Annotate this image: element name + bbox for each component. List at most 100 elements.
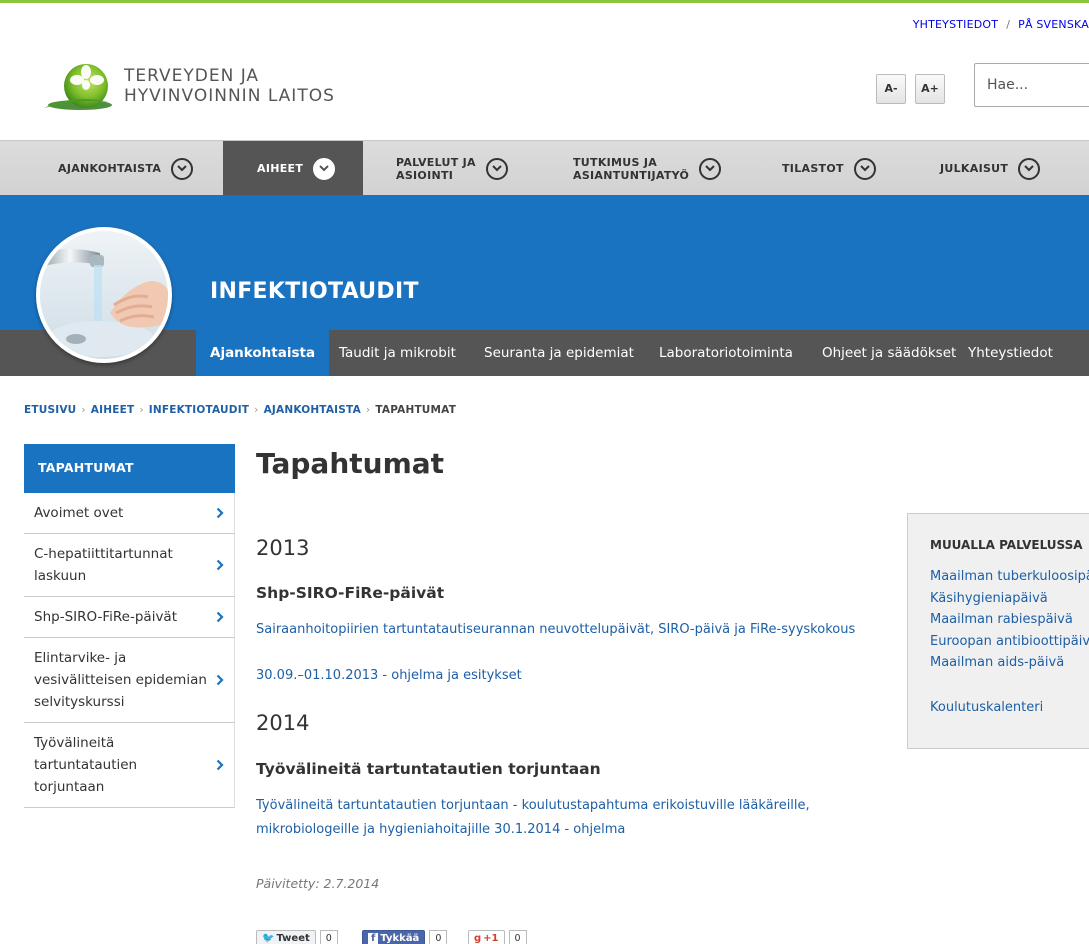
like-share: f Tykkää 0 [362, 929, 448, 944]
tweet-count: 0 [319, 929, 338, 944]
related-link[interactable]: Maailman rabiespäivä [930, 612, 1073, 627]
breadcrumb-link[interactable]: AIHEET [91, 404, 135, 416]
sidebar-item-label: Avoimet ovet [34, 505, 124, 521]
breadcrumb-separator-icon: › [139, 404, 144, 416]
event-title: Työvälineitä tartuntatautien torjuntaan [256, 760, 601, 778]
sidebar-item-elintarvike[interactable]: Elintarvike- ja vesivälitteisen epidemia… [24, 638, 235, 723]
nav-item-tutkimus[interactable]: TUTKIMUS JA ASIANTUNTIJATYÖ [573, 141, 722, 196]
breadcrumb-link[interactable]: AJANKOHTAISTA [264, 404, 361, 416]
gplus-button[interactable]: g +1 [468, 929, 505, 944]
gplus-label: +1 [483, 932, 499, 944]
related-box: MUUALLA PALVELUSSA Maailman tuberkuloosi… [907, 513, 1089, 749]
chevron-right-icon [216, 674, 224, 686]
chevron-right-icon [216, 559, 224, 571]
tweet-button[interactable]: 🐦 Tweet [256, 929, 316, 944]
nav-item-label: AIHEET [257, 162, 303, 175]
contact-link[interactable]: YHTEYSTIEDOT [913, 18, 999, 31]
related-link[interactable]: Käsihygieniapäivä [930, 591, 1048, 606]
subnav-item-laboratorio[interactable]: Laboratoriotoiminta [659, 330, 793, 376]
sidebar-menu: TAPAHTUMAT Avoimet ovet C-hepatiittitart… [24, 444, 235, 808]
year-heading: 2013 [256, 536, 310, 560]
nav-item-julkaisut[interactable]: JULKAISUT [940, 141, 1041, 196]
breadcrumb-current: TAPAHTUMAT [375, 404, 457, 416]
nav-item-label: TUTKIMUS JA ASIANTUNTIJATYÖ [573, 156, 689, 182]
subnav-item-taudit[interactable]: Taudit ja mikrobit [339, 330, 456, 376]
font-increase-button[interactable]: A+ [915, 74, 945, 104]
like-count: 0 [429, 929, 448, 944]
subnav-item-ajankohtaista[interactable]: Ajankohtaista [196, 330, 330, 376]
nav-label-line: TUTKIMUS JA [573, 155, 658, 169]
subnav-item-yhteystiedot[interactable]: Yhteystiedot [968, 330, 1053, 376]
nav-item-ajankohtaista[interactable]: AJANKOHTAISTA [58, 141, 194, 196]
chevron-right-icon [216, 759, 224, 771]
font-decrease-button[interactable]: A- [876, 74, 906, 104]
tweet-label: Tweet [276, 932, 310, 944]
section-title: INFEKTIOTAUDIT [210, 279, 419, 304]
gplus-count: 0 [508, 929, 527, 944]
related-heading: MUUALLA PALVELUSSA [930, 538, 1083, 552]
chevron-right-icon [216, 507, 224, 519]
page-title: Tapahtumat [256, 447, 445, 480]
breadcrumb: ETUSIVU › AIHEET › INFEKTIOTAUDIT › AJANKOHTAI… [24, 404, 456, 416]
nav-item-label: PALVELUT JA ASIOINTI [396, 156, 476, 182]
breadcrumb-separator-icon: › [365, 404, 371, 416]
nav-label-line: AIHEET [257, 162, 304, 175]
utility-separator: / [1006, 18, 1011, 31]
subnav-item-ohjeet[interactable]: Ohjeet ja säädökset [822, 330, 956, 376]
google-plus-icon: g [474, 932, 482, 944]
nav-label-line: TILASTOT [782, 162, 844, 175]
facebook-icon: f [368, 932, 379, 944]
subnav-item-seuranta[interactable]: Seuranta ja epidemiat [484, 330, 634, 376]
event-program-link[interactable]: 30.09.–01.10.2013 - ohjelma ja esitykset [256, 664, 876, 688]
top-accent-line [0, 0, 1089, 3]
chevron-down-icon [699, 157, 722, 180]
nav-item-label: AJANKOHTAISTA [58, 162, 161, 175]
event-link[interactable]: Sairaanhoitopiirien tartuntatautiseurann… [256, 618, 876, 642]
nav-item-palvelut[interactable]: PALVELUT JA ASIOINTI [396, 141, 508, 196]
chevron-down-icon [485, 157, 508, 180]
search-input[interactable] [974, 63, 1089, 107]
nav-item-label: JULKAISUT [940, 162, 1008, 175]
nav-label-line: ASIOINTI [396, 168, 454, 182]
site-logo[interactable]: TERVEYDEN JA HYVINVOINNIN LAITOS [42, 58, 372, 114]
breadcrumb-link[interactable]: INFEKTIOTAUDIT [149, 404, 249, 416]
sidebar-item-shp-siro-fire[interactable]: Shp-SIRO-FiRe-päivät [24, 597, 235, 638]
nav-label-line: PALVELUT JA [396, 155, 476, 169]
chevron-down-icon [313, 157, 336, 180]
tweet-share: 🐦 Tweet 0 [256, 929, 338, 944]
nav-label-line: AJANKOHTAISTA [58, 162, 162, 175]
sidebar-item-tyovalineita[interactable]: Työvälineitä tartuntatautien torjuntaan [24, 723, 235, 808]
sidebar-item-avoimet-ovet[interactable]: Avoimet ovet [24, 493, 235, 534]
nav-label-line: JULKAISUT [940, 162, 1009, 175]
breadcrumb-link[interactable]: ETUSIVU [24, 404, 76, 416]
related-link[interactable]: Maailman tuberkuloosipäivä [930, 569, 1089, 584]
sidebar-item-c-hepatiitti[interactable]: C-hepatiittitartunnat laskuun [24, 534, 235, 597]
chevron-down-icon [1018, 157, 1041, 180]
logo-line-1: TERVEYDEN JA [124, 66, 260, 86]
nav-item-tilastot[interactable]: TILASTOT [782, 141, 876, 196]
chevron-down-icon [171, 157, 194, 180]
event-link[interactable]: Työvälineitä tartuntatautien torjuntaan … [256, 794, 876, 842]
breadcrumb-separator-icon: › [81, 404, 86, 416]
utility-links: YHTEYSTIEDOT / PÅ SVENSKA [913, 18, 1089, 31]
nav-item-aiheet[interactable]: AIHEET [223, 141, 363, 196]
swedish-link[interactable]: PÅ SVENSKA [1018, 18, 1089, 31]
sidebar-item-label: Elintarvike- ja vesivälitteisen epidemia… [34, 650, 207, 710]
updated-date: Päivitetty: 2.7.2014 [256, 876, 380, 891]
training-calendar-link[interactable]: Koulutuskalenteri [930, 700, 1043, 715]
logo-line-2: HYVINVOINNIN LAITOS [124, 86, 335, 106]
year-heading: 2014 [256, 711, 310, 735]
event-title: Shp-SIRO-FiRe-päivät [256, 584, 445, 602]
chevron-right-icon [216, 611, 224, 623]
logo-emblem-icon [44, 64, 112, 110]
related-link[interactable]: Euroopan antibioottipäivä [930, 634, 1089, 649]
nav-label-line: ASIANTUNTIJATYÖ [573, 168, 690, 182]
chevron-down-icon [853, 157, 876, 180]
like-button[interactable]: f Tykkää [362, 929, 426, 944]
sidebar-item-label: C-hepatiittitartunnat laskuun [34, 546, 173, 584]
nav-item-label: TILASTOT [782, 162, 844, 175]
breadcrumb-separator-icon: › [254, 404, 259, 416]
twitter-bird-icon: 🐦 [262, 932, 275, 944]
related-link[interactable]: Maailman aids-päivä [930, 655, 1064, 670]
logo-text: TERVEYDEN JA HYVINVOINNIN LAITOS [124, 66, 335, 106]
